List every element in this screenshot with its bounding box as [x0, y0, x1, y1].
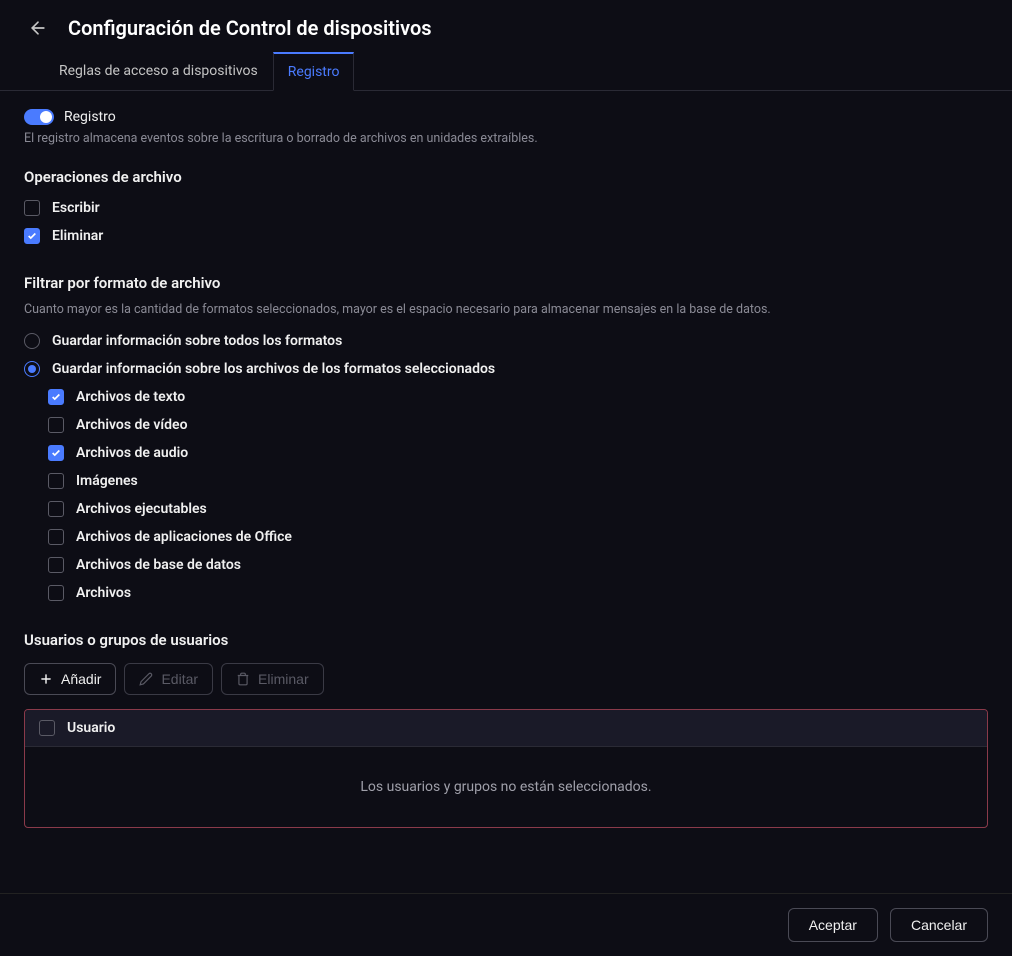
checkbox-icon [48, 557, 64, 573]
log-toggle[interactable] [24, 109, 54, 125]
checkbox-delete[interactable]: Eliminar [24, 228, 988, 244]
checkbox-icon [48, 445, 64, 461]
checkbox-image-files[interactable]: Imágenes [48, 473, 988, 489]
page-title: Configuración de Control de dispositivos [68, 16, 432, 40]
checkbox-database-files[interactable]: Archivos de base de datos [48, 557, 988, 573]
table-empty-message: Los usuarios y grupos no están seleccion… [25, 747, 987, 827]
checkbox-archive-files[interactable]: Archivos [48, 585, 988, 601]
filter-title: Filtrar por formato de archivo [24, 274, 988, 292]
checkbox-icon [48, 417, 64, 433]
checkbox-label: Archivos de vídeo [76, 417, 188, 433]
file-ops-title: Operaciones de archivo [24, 168, 988, 186]
cancel-button[interactable]: Cancelar [890, 908, 988, 942]
radio-icon [24, 361, 40, 377]
checkbox-icon [48, 529, 64, 545]
radio-icon [24, 333, 40, 349]
accept-button[interactable]: Aceptar [788, 908, 878, 942]
filter-description: Cuanto mayor es la cantidad de formatos … [24, 302, 988, 317]
checkbox-icon [24, 228, 40, 244]
log-toggle-label: Registro [64, 109, 116, 125]
checkbox-icon [48, 501, 64, 517]
pencil-icon [139, 672, 153, 686]
checkbox-icon [48, 585, 64, 601]
users-table: Usuario Los usuarios y grupos no están s… [24, 709, 988, 828]
checkbox-label: Archivos de aplicaciones de Office [76, 529, 292, 545]
radio-label: Guardar información sobre todos los form… [52, 333, 342, 349]
plus-icon [39, 672, 53, 686]
checkbox-executable-files[interactable]: Archivos ejecutables [48, 501, 988, 517]
tab-log[interactable]: Registro [273, 52, 355, 91]
radio-selected-formats[interactable]: Guardar información sobre los archivos d… [24, 361, 988, 377]
checkbox-label: Archivos de texto [76, 389, 185, 405]
checkbox-office-files[interactable]: Archivos de aplicaciones de Office [48, 529, 988, 545]
button-label: Editar [161, 671, 198, 687]
tab-bar: Reglas de acceso a dispositivos Registro [0, 52, 1012, 91]
checkbox-icon [24, 200, 40, 216]
delete-user-button[interactable]: Eliminar [221, 663, 324, 695]
radio-all-formats[interactable]: Guardar información sobre todos los form… [24, 333, 988, 349]
users-title: Usuarios o grupos de usuarios [24, 631, 988, 649]
add-user-button[interactable]: Añadir [24, 663, 116, 695]
arrow-left-icon [28, 18, 48, 38]
select-all-checkbox[interactable] [39, 720, 55, 736]
log-description: El registro almacena eventos sobre la es… [24, 131, 988, 146]
checkbox-label: Archivos de audio [76, 445, 188, 461]
checkbox-write[interactable]: Escribir [24, 200, 988, 216]
checkbox-label: Imágenes [76, 473, 138, 489]
tab-access-rules[interactable]: Reglas de acceso a dispositivos [44, 52, 273, 91]
button-label: Añadir [61, 671, 101, 687]
checkbox-label: Archivos ejecutables [76, 501, 207, 517]
checkbox-audio-files[interactable]: Archivos de audio [48, 445, 988, 461]
button-label: Eliminar [258, 671, 309, 687]
radio-label: Guardar información sobre los archivos d… [52, 361, 495, 377]
checkbox-icon [48, 473, 64, 489]
column-user: Usuario [67, 720, 115, 736]
checkbox-label: Archivos de base de datos [76, 557, 241, 573]
checkbox-text-files[interactable]: Archivos de texto [48, 389, 988, 405]
back-button[interactable] [24, 14, 52, 42]
checkbox-video-files[interactable]: Archivos de vídeo [48, 417, 988, 433]
trash-icon [236, 672, 250, 686]
checkbox-label: Eliminar [52, 228, 103, 244]
checkbox-icon [48, 389, 64, 405]
checkbox-label: Escribir [52, 200, 100, 216]
edit-user-button[interactable]: Editar [124, 663, 213, 695]
checkbox-label: Archivos [76, 585, 131, 601]
